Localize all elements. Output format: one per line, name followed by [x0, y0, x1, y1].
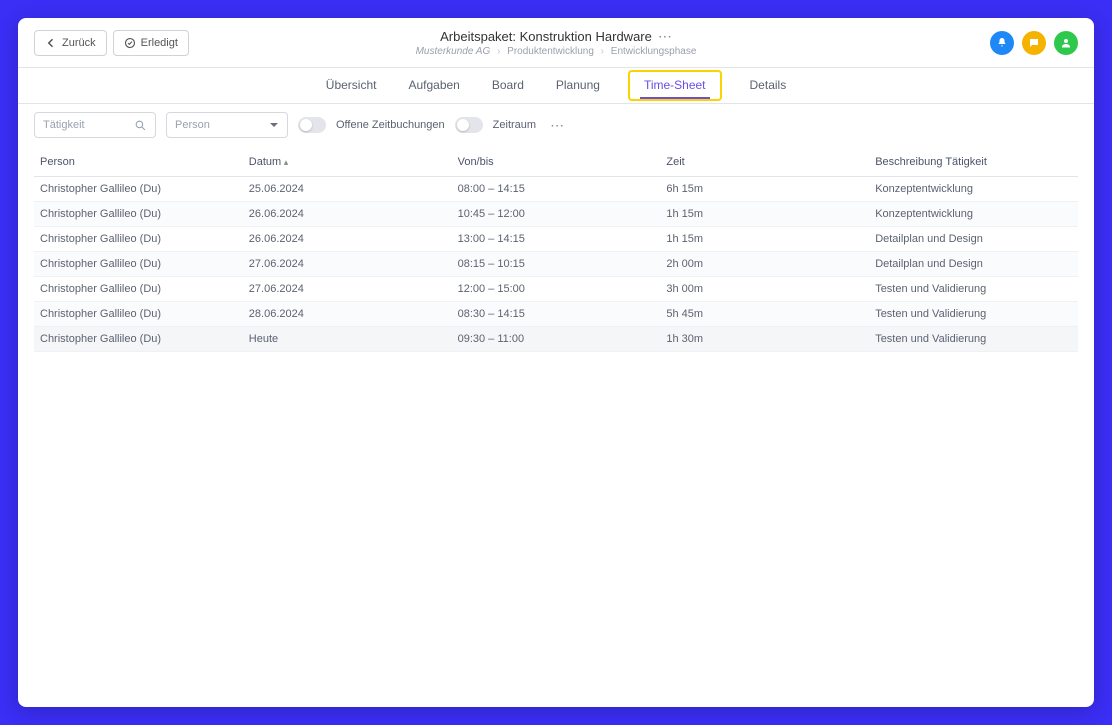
- filter-bar: Person Offene Zeitbuchungen Zeitraum ⋯: [18, 104, 1094, 146]
- done-button[interactable]: Erledigt: [113, 30, 189, 56]
- col-header-desc[interactable]: Beschreibung Tätigkeit: [869, 146, 1078, 177]
- tab-timesheet-highlight: Time-Sheet: [628, 70, 722, 101]
- help-button[interactable]: [1022, 31, 1046, 55]
- col-header-range[interactable]: Von/bis: [452, 146, 661, 177]
- topbar: Zurück Erledigt Arbeitspaket: Konstrukti…: [18, 18, 1094, 68]
- cell-date: 27.06.2024: [243, 277, 452, 302]
- cell-desc: Detailplan und Design: [869, 227, 1078, 252]
- cell-time: 2h 00m: [660, 252, 869, 277]
- topbar-right: [990, 31, 1078, 55]
- notifications-button[interactable]: [990, 31, 1014, 55]
- tab-board[interactable]: Board: [488, 68, 528, 103]
- cell-desc: Testen und Validierung: [869, 277, 1078, 302]
- cell-person: Christopher Gallileo (Du): [34, 252, 243, 277]
- breadcrumb-customer[interactable]: Musterkunde AG: [416, 46, 491, 57]
- cell-time: 3h 00m: [660, 277, 869, 302]
- cell-person: Christopher Gallileo (Du): [34, 277, 243, 302]
- cell-range: 12:00 – 15:00: [452, 277, 661, 302]
- tab-details[interactable]: Details: [746, 68, 791, 103]
- done-button-label: Erledigt: [141, 37, 178, 49]
- user-icon: [1060, 37, 1072, 49]
- topbar-actions: Zurück Erledigt: [34, 30, 189, 56]
- cell-person: Christopher Gallileo (Du): [34, 327, 243, 352]
- search-icon: [134, 119, 147, 132]
- cell-range: 10:45 – 12:00: [452, 202, 661, 227]
- cell-person: Christopher Gallileo (Du): [34, 227, 243, 252]
- back-button[interactable]: Zurück: [34, 30, 107, 56]
- cell-time: 6h 15m: [660, 177, 869, 202]
- timesheet-table-wrap: Person Datum Von/bis Zeit Beschreibung T…: [18, 146, 1094, 707]
- header-center: Arbeitspaket: Konstruktion Hardware ⋯ Mu…: [416, 29, 697, 57]
- toggle-period[interactable]: [455, 117, 483, 133]
- cell-date: 28.06.2024: [243, 302, 452, 327]
- cell-date: 27.06.2024: [243, 252, 452, 277]
- cell-time: 1h 15m: [660, 227, 869, 252]
- table-row[interactable]: Christopher Gallileo (Du)27.06.202412:00…: [34, 277, 1078, 302]
- cell-range: 08:15 – 10:15: [452, 252, 661, 277]
- cell-desc: Testen und Validierung: [869, 302, 1078, 327]
- cell-time: 5h 45m: [660, 302, 869, 327]
- table-row[interactable]: Christopher Gallileo (Du)26.06.202413:00…: [34, 227, 1078, 252]
- col-header-time[interactable]: Zeit: [660, 146, 869, 177]
- cell-person: Christopher Gallileo (Du): [34, 177, 243, 202]
- table-row[interactable]: Christopher Gallileo (Du)28.06.202408:30…: [34, 302, 1078, 327]
- tab-tasks[interactable]: Aufgaben: [404, 68, 463, 103]
- cell-desc: Konzeptentwicklung: [869, 177, 1078, 202]
- chevron-right-icon: ›: [497, 46, 500, 57]
- cell-date: 25.06.2024: [243, 177, 452, 202]
- filter-more-icon[interactable]: ⋯: [546, 117, 569, 134]
- activity-search[interactable]: [34, 112, 156, 138]
- back-button-label: Zurück: [62, 37, 96, 49]
- person-select-placeholder: Person: [175, 119, 210, 131]
- cell-person: Christopher Gallileo (Du): [34, 202, 243, 227]
- toggle-open-bookings-label: Offene Zeitbuchungen: [336, 119, 445, 131]
- tabs: Übersicht Aufgaben Board Planung Time-Sh…: [18, 68, 1094, 104]
- arrow-left-icon: [45, 37, 57, 49]
- timesheet-table: Person Datum Von/bis Zeit Beschreibung T…: [34, 146, 1078, 352]
- cell-range: 09:30 – 11:00: [452, 327, 661, 352]
- toggle-open-bookings[interactable]: [298, 117, 326, 133]
- cell-date: Heute: [243, 327, 452, 352]
- breadcrumb: Musterkunde AG › Produktentwicklung › En…: [416, 46, 697, 57]
- chevron-right-icon: ›: [601, 46, 604, 57]
- table-header-row: Person Datum Von/bis Zeit Beschreibung T…: [34, 146, 1078, 177]
- cell-desc: Testen und Validierung: [869, 327, 1078, 352]
- toggle-period-label: Zeitraum: [493, 119, 536, 131]
- tab-timesheet[interactable]: Time-Sheet: [640, 72, 710, 99]
- title-more-icon[interactable]: ⋯: [658, 29, 672, 43]
- breadcrumb-phase[interactable]: Entwicklungsphase: [611, 46, 697, 57]
- check-circle-icon: [124, 37, 136, 49]
- cell-date: 26.06.2024: [243, 227, 452, 252]
- breadcrumb-project[interactable]: Produktentwicklung: [507, 46, 594, 57]
- cell-range: 08:30 – 14:15: [452, 302, 661, 327]
- cell-time: 1h 30m: [660, 327, 869, 352]
- table-row[interactable]: Christopher Gallileo (Du)Heute09:30 – 11…: [34, 327, 1078, 352]
- col-header-date[interactable]: Datum: [243, 146, 452, 177]
- avatar-button[interactable]: [1054, 31, 1078, 55]
- page-title: Arbeitspaket: Konstruktion Hardware: [440, 29, 652, 44]
- table-row[interactable]: Christopher Gallileo (Du)27.06.202408:15…: [34, 252, 1078, 277]
- tab-overview[interactable]: Übersicht: [322, 68, 381, 103]
- cell-desc: Konzeptentwicklung: [869, 202, 1078, 227]
- cell-person: Christopher Gallileo (Du): [34, 302, 243, 327]
- person-select[interactable]: Person: [166, 112, 288, 138]
- cell-range: 08:00 – 14:15: [452, 177, 661, 202]
- table-row[interactable]: Christopher Gallileo (Du)26.06.202410:45…: [34, 202, 1078, 227]
- table-row[interactable]: Christopher Gallileo (Du)25.06.202408:00…: [34, 177, 1078, 202]
- cell-time: 1h 15m: [660, 202, 869, 227]
- cell-desc: Detailplan und Design: [869, 252, 1078, 277]
- bell-icon: [996, 37, 1008, 49]
- activity-search-input[interactable]: [43, 119, 123, 131]
- tab-planning[interactable]: Planung: [552, 68, 604, 103]
- chat-icon: [1028, 37, 1040, 49]
- col-header-person[interactable]: Person: [34, 146, 243, 177]
- cell-date: 26.06.2024: [243, 202, 452, 227]
- cell-range: 13:00 – 14:15: [452, 227, 661, 252]
- app-window: Zurück Erledigt Arbeitspaket: Konstrukti…: [18, 18, 1094, 707]
- chevron-down-icon: [269, 120, 279, 130]
